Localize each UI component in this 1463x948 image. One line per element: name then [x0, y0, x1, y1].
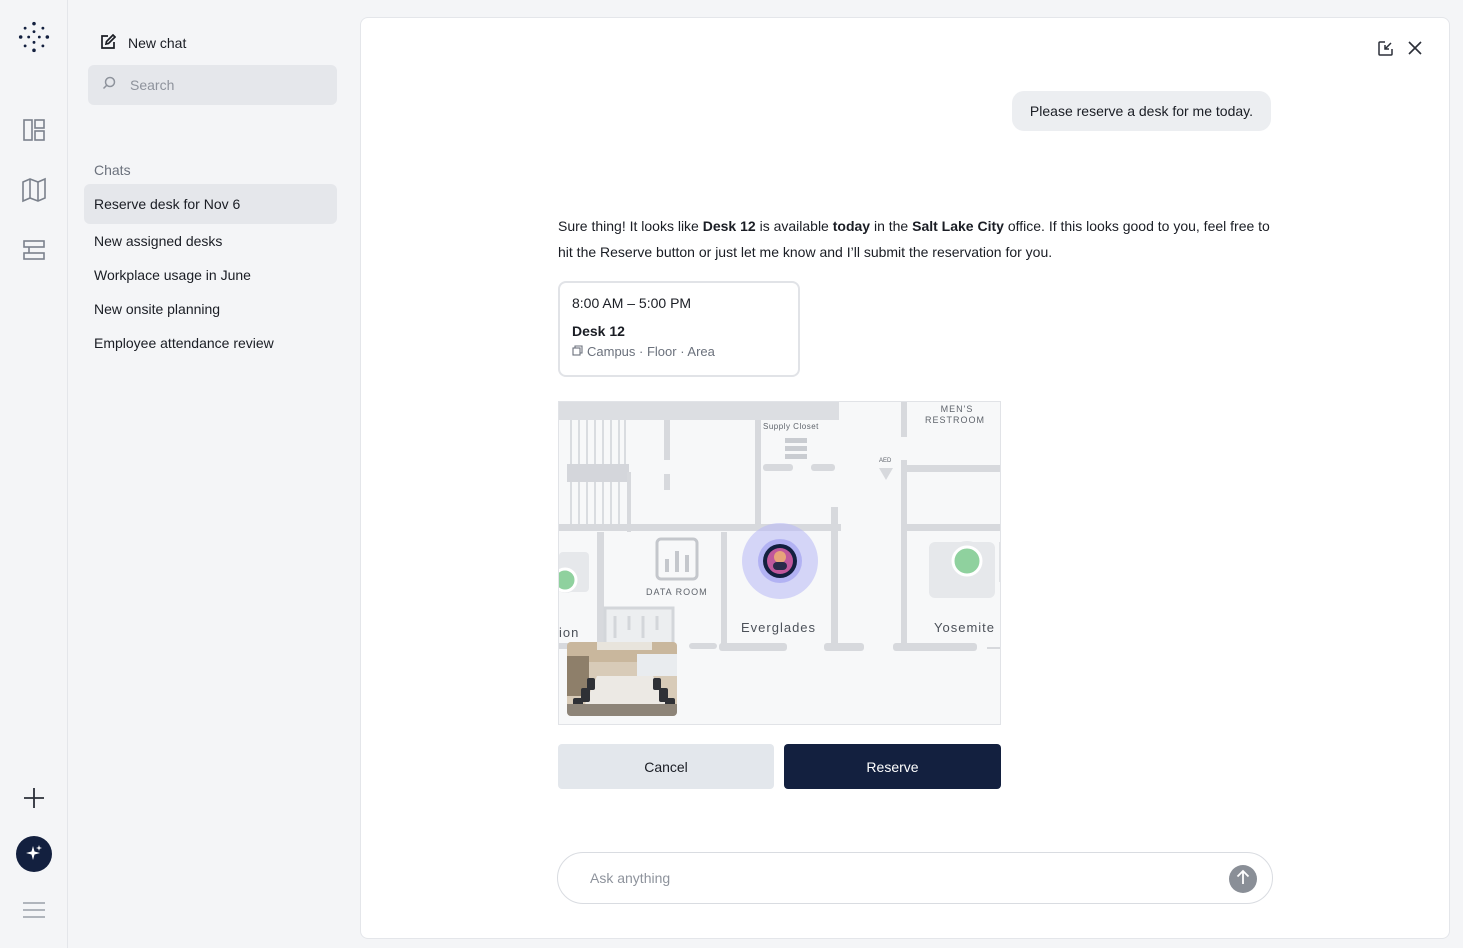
icon-rail — [0, 0, 68, 948]
panel-toolbar — [1377, 40, 1423, 56]
search-icon — [102, 76, 116, 95]
assistant-message: Sure thing! It looks like Desk 12 is ava… — [558, 213, 1273, 265]
ai-sparkle-icon[interactable] — [16, 836, 52, 872]
user-message: Please reserve a desk for me today. — [1011, 91, 1271, 131]
assistant-text: Sure thing! It looks like — [558, 218, 703, 234]
building-icon — [572, 344, 583, 359]
close-icon[interactable] — [1407, 40, 1423, 56]
menu-icon[interactable] — [18, 894, 50, 926]
new-chat-button[interactable]: New chat — [100, 30, 186, 56]
assistant-office: Salt Lake City — [912, 218, 1004, 234]
reservation-desk: Desk 12 — [572, 323, 625, 339]
compose-icon — [100, 33, 117, 53]
plus-icon[interactable] — [18, 782, 50, 814]
chat-list: Reserve desk for Nov 6 New assigned desks… — [84, 184, 337, 360]
chats-heading: Chats — [94, 162, 131, 178]
assistant-text: is available — [755, 218, 833, 234]
assistant-desk: Desk 12 — [702, 218, 756, 234]
reservation-time: 8:00 AM – 5:00 PM — [572, 295, 692, 311]
assistant-text: in the — [870, 218, 913, 234]
ask-input[interactable] — [590, 870, 1190, 886]
map-label-partial-room: ion — [559, 625, 580, 640]
floor-map[interactable]: MEN'S RESTROOM Supply Closet AED DATA RO… — [558, 401, 1001, 725]
map-label-supply-closet: Supply Closet — [763, 422, 819, 431]
chat-sidebar: New chat Chats Reserve desk for Nov 6New… — [68, 0, 360, 948]
conversation-panel: Please reserve a desk for me today. Sure… — [360, 17, 1450, 939]
reserve-button[interactable]: Reserve — [784, 744, 1001, 789]
minimize-icon[interactable] — [1377, 40, 1393, 56]
chat-item[interactable]: Workplace usage in June — [84, 258, 337, 292]
assistant-when: today — [832, 218, 871, 234]
search-box — [88, 65, 337, 105]
map-label-mens: MEN'S — [940, 404, 974, 414]
send-button[interactable] — [1229, 865, 1257, 893]
desk-icon[interactable] — [18, 235, 50, 267]
logo-icon[interactable] — [18, 21, 50, 53]
chat-item[interactable]: New assigned desks — [84, 224, 337, 258]
map-icon[interactable] — [18, 174, 50, 206]
cancel-button[interactable]: Cancel — [558, 744, 774, 789]
search-input[interactable] — [130, 77, 310, 93]
reservation-card[interactable]: 8:00 AM – 5:00 PM Desk 12 Campus · Floor… — [558, 281, 800, 377]
room-photo[interactable] — [567, 642, 677, 716]
reservation-location: Campus · Floor · Area — [572, 344, 786, 359]
map-label-yosemite: Yosemite — [934, 620, 995, 635]
map-label-aed: AED — [879, 458, 892, 464]
chat-item[interactable]: Employee attendance review — [84, 326, 337, 360]
dashboard-icon[interactable] — [18, 114, 50, 146]
map-label-data-room: DATA ROOM — [646, 587, 708, 597]
map-label-everglades: Everglades — [741, 620, 817, 635]
new-chat-label: New chat — [128, 35, 187, 51]
map-label-restroom-2: RESTROOM — [925, 415, 986, 425]
chat-item[interactable]: Reserve desk for Nov 6 — [84, 184, 337, 224]
composer — [557, 852, 1273, 904]
arrow-up-icon — [1236, 869, 1250, 890]
chat-item[interactable]: New onsite planning — [84, 292, 337, 326]
reservation-location-text: Campus · Floor · Area — [587, 344, 715, 359]
